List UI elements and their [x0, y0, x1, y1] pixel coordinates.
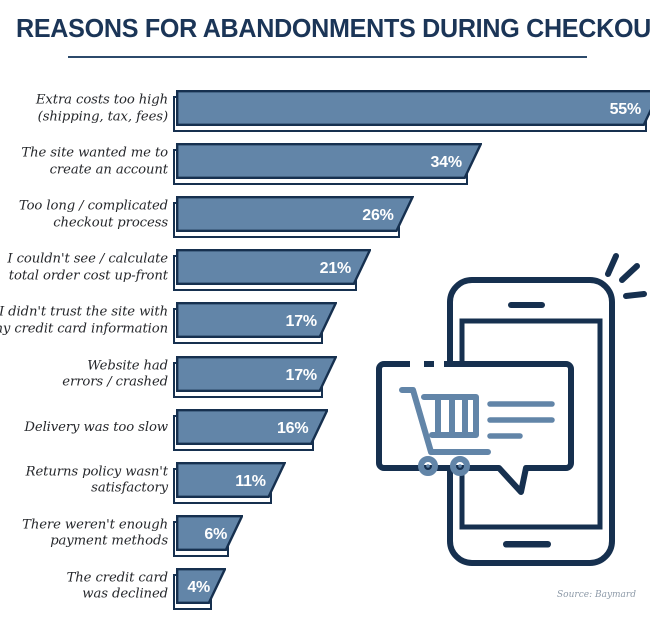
bar-category-label: Delivery was too slow [24, 419, 168, 435]
bar-group: 6% [173, 514, 244, 557]
chart-row: I couldn't see / calculate total order c… [0, 245, 650, 292]
bar-group: 17% [173, 302, 337, 345]
bar-value-label: 21% [319, 260, 352, 278]
bar-value-label: 26% [362, 207, 394, 225]
bar-group: 26% [173, 196, 414, 239]
chart-row: There weren't enough payment methods 6% [0, 511, 650, 557]
bar-category-label: Extra costs too high (shipping, tax, fee… [35, 92, 168, 125]
chart-row: Delivery was too slow 16% [0, 405, 650, 451]
chart-row: Returns policy wasn't satisfactory 11% [0, 458, 650, 504]
chart-row: I didn't trust the site with my credit c… [0, 298, 650, 345]
chart-row: The site wanted me to create an account 3… [0, 139, 650, 186]
bar-category-label: Returns policy wasn't satisfactory [25, 464, 168, 496]
chart-row: Website had errors / crashed 17% [0, 352, 650, 398]
bar-category-label: Website had errors / crashed [62, 358, 168, 390]
bar-value-label: 55% [609, 101, 642, 118]
bar-value-label: 4% [187, 578, 211, 596]
bar-value-label: 34% [430, 154, 462, 172]
bar-group: 17% [173, 355, 337, 398]
bar-shape[interactable] [176, 461, 286, 498]
bar-category-label: Too long / complicated checkout process [18, 198, 168, 231]
bar-chart: Extra costs too high (shipping, tax, fee… [0, 0, 650, 619]
bar-value-label: 17% [285, 366, 318, 384]
bar-category-label: The credit card was declined [66, 570, 169, 602]
bar-shape[interactable] [176, 90, 650, 126]
bar-category-label: I didn't trust the site with my credit c… [0, 304, 168, 337]
bar-value-label: 17% [285, 313, 318, 331]
bar-group: 21% [173, 249, 372, 292]
bar-group: 4% [173, 567, 227, 610]
bar-category-label: The site wanted me to create an account [21, 145, 168, 178]
bar-group: 34% [173, 143, 482, 186]
bar-group: 55% [173, 90, 650, 132]
chart-row: Extra costs too high (shipping, tax, fee… [0, 86, 650, 132]
chart-row: Too long / complicated checkout process 2… [0, 192, 650, 239]
source-note: Source: Baymard [557, 590, 636, 600]
bar-value-label: 16% [276, 419, 309, 437]
chart-row: The credit card was declined 4% [0, 564, 650, 610]
bar-value-label: 6% [204, 525, 228, 543]
bar-value-label: 11% [235, 472, 266, 490]
bar-group: 16% [173, 408, 329, 451]
bar-category-label: There weren't enough payment methods [22, 517, 168, 549]
bar-category-label: I couldn't see / calculate total order c… [7, 251, 168, 284]
bar-group: 11% [173, 461, 286, 504]
